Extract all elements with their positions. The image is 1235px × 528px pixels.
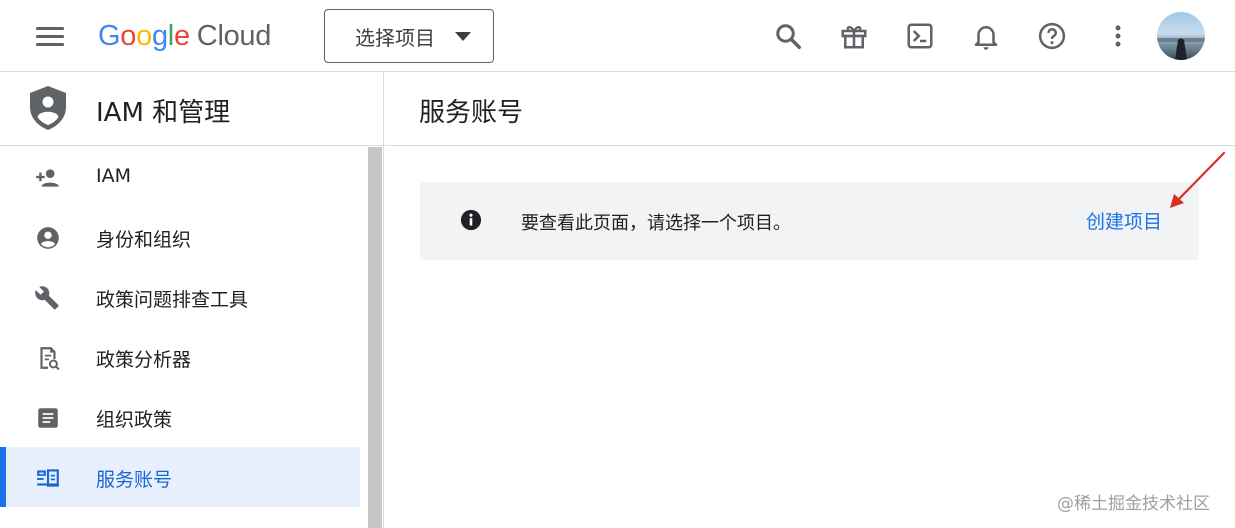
page-title: 服务账号 [419,98,524,128]
sidebar-title: IAM 和管理 [96,98,231,128]
sidebar-item-iam[interactable]: IAM [0,147,360,207]
search-icon[interactable] [766,14,810,58]
avatar[interactable] [1157,12,1205,60]
sidebar-item-service-accounts[interactable]: 服务账号 [0,447,360,507]
info-icon [460,209,482,231]
cloud-shell-icon[interactable] [898,14,942,58]
wrench-icon [34,284,62,312]
sidebar-item-label: 组织政策 [96,409,173,431]
sidebar-item-org-policies[interactable]: 组织政策 [0,387,360,447]
annotation-arrow [1170,151,1226,208]
shield-icon [30,86,66,130]
main-menu-icon[interactable] [30,18,70,54]
create-project-link[interactable]: 创建项目 [1086,207,1162,234]
help-icon[interactable] [1030,14,1074,58]
notifications-icon[interactable] [964,14,1008,58]
project-selector-label: 选择项目 [355,25,435,50]
main-content: 服务账号 要查看此页面，请选择一个项目。 创建项目 [385,72,1235,528]
sidebar-item-label: 身份和组织 [96,229,192,251]
article-icon [34,404,62,432]
banner-message: 要查看此页面，请选择一个项目。 [521,213,791,234]
person-add-icon [34,164,62,192]
info-banner: 要查看此页面，请选择一个项目。 创建项目 [420,182,1199,260]
more-vert-icon[interactable] [1096,14,1140,58]
sidebar-header: IAM 和管理 [0,72,383,146]
sidebar: IAM 和管理 IAM 身份和组织 政策问题排查工具 政策分析器 组织政策 服务… [0,72,384,528]
account-circle-icon [34,224,62,252]
caret-down-icon [455,32,471,41]
project-selector-button[interactable]: 选择项目 [324,9,494,63]
sidebar-item-policy-troubleshooter[interactable]: 政策问题排查工具 [0,267,360,327]
service-account-icon [34,464,62,492]
page-header: 服务账号 [385,72,1235,146]
policy-analyzer-icon [34,344,62,372]
sidebar-item-label: 政策分析器 [96,349,192,371]
sidebar-item-policy-analyzer[interactable]: 政策分析器 [0,327,360,387]
sidebar-item-label: 服务账号 [96,469,173,491]
sidebar-item-identity[interactable]: 身份和组织 [0,207,360,267]
gift-icon[interactable] [832,14,876,58]
sidebar-item-label: 政策问题排查工具 [96,289,249,311]
sidebar-item-label: IAM [96,165,131,187]
sidebar-scrollbar[interactable] [368,147,382,528]
watermark: @稀土掘金技术社区 [1057,494,1210,514]
top-bar: Go o g l e Cloud 选择项目 [0,0,1235,72]
google-cloud-logo[interactable]: Go o g l e Cloud [98,18,271,54]
sidebar-nav: IAM 身份和组织 政策问题排查工具 政策分析器 组织政策 服务账号 [0,147,360,507]
